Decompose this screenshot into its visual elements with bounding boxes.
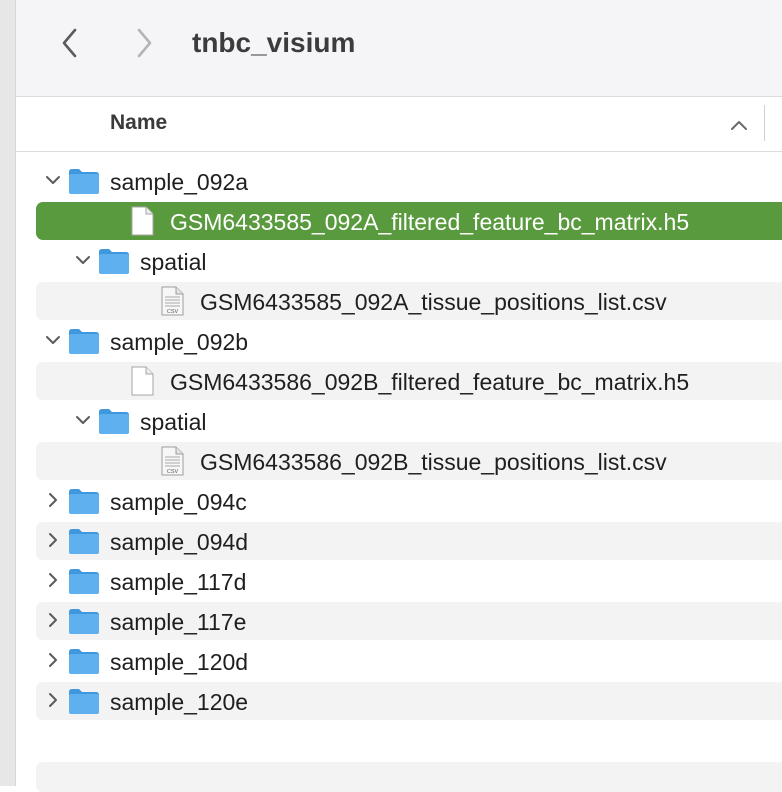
folder-icon — [69, 529, 99, 554]
file-name: GSM6433585_092A_tissue_positions_list.cs… — [200, 289, 667, 315]
folder-icon — [69, 169, 99, 194]
disclosure-collapsed-icon[interactable] — [44, 531, 62, 549]
disclosure-collapsed-icon[interactable] — [44, 491, 62, 509]
csv-file-icon: CSV — [161, 446, 184, 476]
back-button[interactable] — [54, 26, 86, 60]
empty-row — [36, 762, 782, 792]
chevron-right-icon — [137, 28, 152, 58]
disclosure-collapsed-icon[interactable] — [44, 611, 62, 629]
folder-row[interactable]: sample_120d — [36, 642, 782, 680]
finder-toolbar: tnbc_visium — [16, 0, 782, 97]
csv-badge: CSV — [167, 469, 179, 475]
sidebar-edge — [0, 0, 16, 786]
folder-icon — [69, 329, 99, 354]
forward-button[interactable] — [128, 26, 160, 60]
disclosure-collapsed-icon[interactable] — [44, 651, 62, 669]
document-icon — [131, 206, 154, 236]
folder-row[interactable]: sample_117d — [36, 562, 782, 600]
file-name: GSM6433585_092A_filtered_feature_bc_matr… — [170, 209, 690, 235]
folder-icon — [69, 689, 99, 714]
folder-row[interactable]: spatial — [36, 402, 782, 440]
file-row[interactable]: GSM6433586_092B_filtered_feature_bc_matr… — [36, 362, 782, 400]
csv-file-icon: CSV — [161, 286, 184, 316]
folder-icon — [69, 569, 99, 594]
disclosure-expanded-icon[interactable] — [74, 411, 92, 429]
folder-name: sample_094c — [110, 489, 247, 515]
folder-row[interactable]: sample_120e — [36, 682, 782, 720]
folder-icon — [69, 489, 99, 514]
folder-row[interactable]: sample_117e — [36, 602, 782, 640]
folder-name: sample_092b — [110, 329, 249, 355]
folder-icon — [99, 249, 129, 274]
disclosure-collapsed-icon[interactable] — [44, 691, 62, 709]
folder-name: spatial — [140, 249, 207, 275]
file-name: GSM6433586_092B_tissue_positions_list.cs… — [200, 449, 667, 475]
folder-row[interactable]: spatial — [36, 242, 782, 280]
folder-name: sample_092a — [110, 169, 249, 195]
folder-name: sample_117e — [110, 609, 247, 635]
file-row[interactable]: CSV GSM6433586_092B_tissue_positions_list… — [36, 442, 782, 480]
disclosure-collapsed-icon[interactable] — [44, 571, 62, 589]
folder-row[interactable]: sample_092b — [36, 322, 782, 360]
folder-icon — [69, 609, 99, 634]
csv-badge: CSV — [167, 309, 179, 315]
folder-icon — [99, 409, 129, 434]
disclosure-expanded-icon[interactable] — [44, 331, 62, 349]
document-icon — [131, 366, 154, 396]
folder-row[interactable]: sample_092a — [36, 162, 782, 200]
file-name: GSM6433586_092B_filtered_feature_bc_matr… — [170, 369, 690, 395]
disclosure-expanded-icon[interactable] — [74, 251, 92, 269]
sort-direction-button[interactable] — [729, 115, 749, 135]
name-column-header[interactable]: Name — [110, 109, 167, 137]
folder-name: sample_120e — [110, 689, 249, 715]
column-header: Name — [16, 97, 782, 152]
chevron-up-icon — [731, 121, 747, 130]
folder-name: sample_094d — [110, 529, 249, 555]
folder-row[interactable]: sample_094d — [36, 522, 782, 560]
folder-icon — [69, 649, 99, 674]
folder-name: sample_117d — [110, 569, 247, 595]
file-row[interactable]: CSV GSM6433585_092A_tissue_positions_list… — [36, 282, 782, 320]
chevron-left-icon — [62, 28, 77, 58]
file-row[interactable]: GSM6433585_092A_filtered_feature_bc_matr… — [36, 202, 782, 240]
disclosure-expanded-icon[interactable] — [44, 171, 62, 189]
folder-row[interactable]: sample_094c — [36, 482, 782, 520]
folder-name: sample_120d — [110, 649, 249, 675]
folder-name: spatial — [140, 409, 207, 435]
column-divider[interactable] — [764, 105, 765, 141]
window-title: tnbc_visium — [192, 27, 356, 58]
